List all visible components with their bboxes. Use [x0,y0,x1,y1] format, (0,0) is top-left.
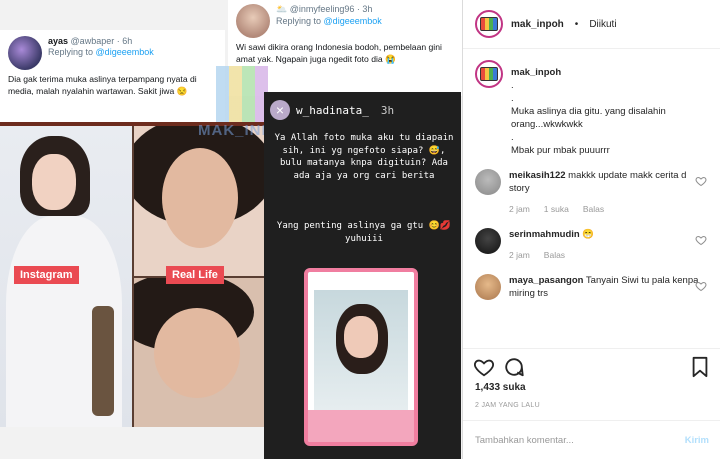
comment-bubble-icon[interactable] [503,356,525,378]
close-icon: × [270,100,290,120]
tweet-replying-label: Replying to [276,16,322,26]
send-button[interactable]: Kirim [685,435,709,446]
label-instagram: Instagram [14,266,79,284]
caption-line: Muka aslinya dia gitu. yang disalahin or… [511,106,666,130]
post-time: 2 JAM YANG LALU [475,402,540,409]
tweet-reply-to: @digeeembok [323,16,382,26]
follow-status-button[interactable]: Diikuti [589,19,616,30]
comment-text: 😁 [582,229,595,240]
real-life-photo-bottom [134,278,264,427]
tweet-text: Wi sawi dikira orang Indonesia bodoh, pe… [236,42,442,64]
like-heart-icon[interactable] [473,356,495,378]
comments-list[interactable]: mak_inpoh . . Muka aslinya dia gitu. yan… [463,60,720,346]
post-image[interactable]: ayas @awbaper · 6h Replying to @digeeemb… [0,0,462,459]
avatar[interactable] [475,228,501,254]
header-dot: • [574,18,579,30]
list-item: serinmahmudin 😁 2 jam Balas [463,228,720,262]
real-life-photo-top [134,126,264,276]
comment-time: 2 jam [509,250,530,260]
tweet-text: Dia gak terima muka aslinya terpampang n… [8,74,197,96]
tweet-card-ayas: ayas @awbaper · 6h Replying to @digeeemb… [0,30,225,122]
reply-button[interactable]: Balas [583,203,604,216]
tweet-reply-to: @digeeembok [95,47,154,57]
post-sidebar: mak_inpoh • Diikuti mak_inpoh . . Muka a… [462,0,720,459]
tweet-avatar [236,4,270,38]
label-real-life: Real Life [166,266,224,284]
account-logo-icon [480,17,498,31]
caption-line: Mbak pur mbak puuurrr [511,145,610,156]
avatar[interactable] [475,10,503,38]
caption-line: . [511,132,514,143]
avatar[interactable] [475,274,501,300]
tweet-handle: @inmyfeeling96 · 3h [289,4,373,14]
heart-icon[interactable] [695,280,707,292]
caption-line: . [511,93,514,104]
comment-username[interactable]: maya_pasangon [509,275,583,286]
bookmark-icon[interactable] [689,356,711,378]
story-embedded-post [304,268,418,446]
comment-time: 2 jam [509,204,530,214]
heart-icon[interactable] [695,175,707,187]
comment-likes[interactable]: 1 suka [544,203,569,216]
caption-line: . [511,80,514,91]
tweet-handle: @awbaper · 6h [70,36,133,46]
tweet-replying-label: Replying to [48,47,94,57]
story-text-2: Yang penting aslinya ga gtu 😊💋 yuhuiii [276,221,452,244]
account-logo-icon [480,67,498,81]
story-screenshot: × w_hadinata_ 3h Ya Allah foto muka aku … [264,92,461,459]
comparison-photo: Instagram Real Life [0,122,264,427]
add-comment-bar: Kirim [463,420,720,459]
like-count[interactable]: 1,433 suka [475,382,526,393]
color-card-graphic [216,66,268,124]
caption: mak_inpoh . . Muka aslinya dia gitu. yan… [463,60,720,157]
story-username: w_hadinata_ [296,103,369,117]
header-username[interactable]: mak_inpoh [511,19,564,30]
avatar[interactable] [475,60,503,88]
list-item: maya_pasangon Tanyain Siwi tu pala kenpa… [463,274,720,300]
comment-username[interactable]: meikasih122 [509,170,566,181]
reply-button[interactable]: Balas [544,249,565,262]
story-text: Ya Allah foto muka aku tu diapain sih, i… [274,133,454,181]
list-item: meikasih122 makkk update makk cerita d s… [463,169,720,216]
tweet-author: 🌥️ [276,4,288,14]
heart-icon[interactable] [695,234,707,246]
caption-username[interactable]: mak_inpoh [511,67,561,78]
comment-input[interactable] [475,434,655,446]
post-header: mak_inpoh • Diikuti [463,0,720,49]
comment-username[interactable]: serinmahmudin [509,229,580,240]
post-actions [463,348,720,382]
tweet-avatar [8,36,42,70]
avatar[interactable] [475,169,501,195]
tweet-author: ayas [48,36,69,46]
story-time: 3h [380,103,395,117]
